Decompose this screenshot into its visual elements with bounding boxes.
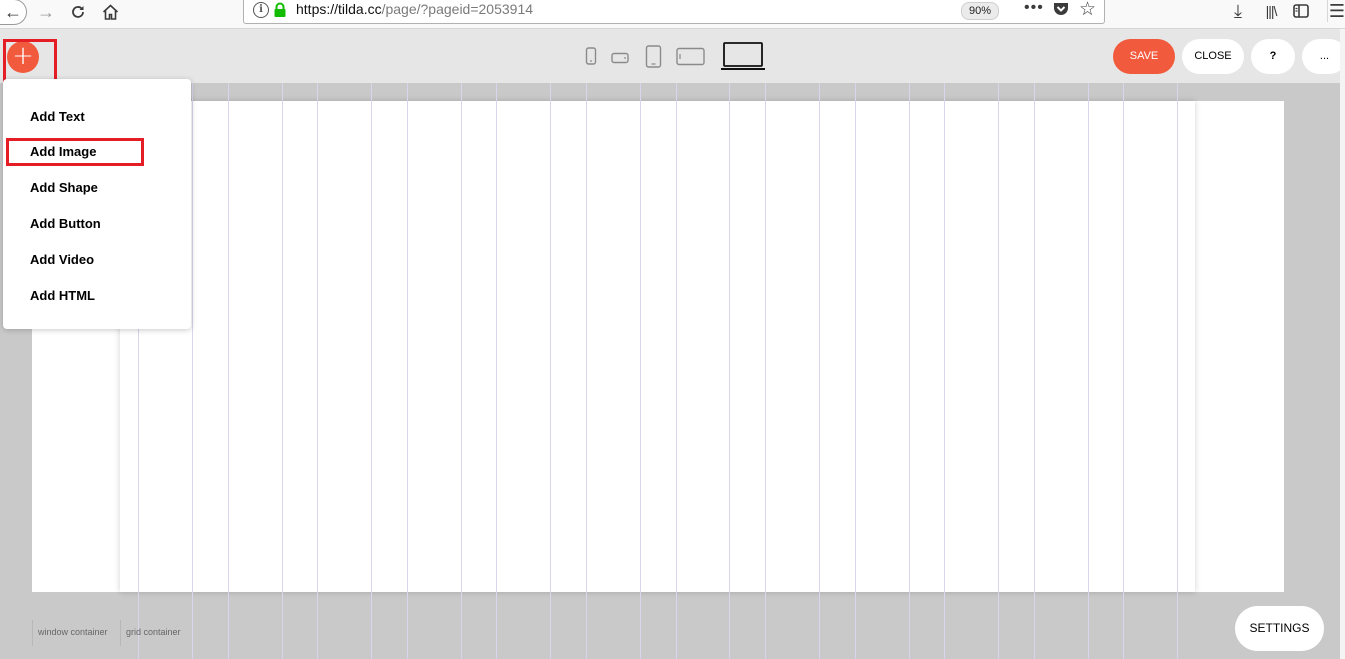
page-actions-icon[interactable]: ••• xyxy=(1024,0,1044,17)
url-path: /page/?pageid=2053914 xyxy=(381,1,534,17)
sidebar-toggle-icon[interactable] xyxy=(1292,0,1310,22)
pocket-icon[interactable] xyxy=(1052,1,1070,17)
mobile-landscape-icon[interactable] xyxy=(611,52,629,64)
menu-item-add-video[interactable]: Add Video xyxy=(30,252,94,267)
divider xyxy=(32,620,33,646)
settings-button[interactable]: SETTINGS xyxy=(1235,606,1324,651)
url-text: https://tilda.cc/page/?pageid=2053914 xyxy=(296,1,533,17)
info-icon[interactable]: i xyxy=(253,2,269,18)
help-button[interactable]: ? xyxy=(1251,39,1295,74)
more-button[interactable]: ... xyxy=(1302,39,1345,74)
hamburger-menu-icon[interactable]: ☰ xyxy=(1327,0,1345,22)
reload-icon xyxy=(72,6,84,18)
tablet-landscape-icon[interactable] xyxy=(676,47,705,66)
arrow-right-icon: → xyxy=(37,1,55,22)
lock-icon[interactable] xyxy=(273,2,287,18)
grid-container[interactable] xyxy=(120,101,1195,592)
url-domain: https://tilda.cc xyxy=(296,1,382,17)
close-button[interactable]: CLOSE xyxy=(1182,39,1244,74)
window-container-label: window container xyxy=(38,627,108,637)
browser-toolbar: ← → i https://tilda.cc/page/?pageid=2053… xyxy=(0,0,1345,29)
scrollbar-track[interactable] xyxy=(1340,29,1345,659)
menu-item-add-text[interactable]: Add Text xyxy=(30,109,85,124)
download-icon[interactable]: ⤓ xyxy=(1228,0,1248,22)
reload-button[interactable] xyxy=(66,0,90,24)
home-button[interactable] xyxy=(98,0,122,24)
laptop-icon[interactable] xyxy=(720,41,766,71)
menu-item-add-shape[interactable]: Add Shape xyxy=(30,180,98,195)
address-bar[interactable]: i https://tilda.cc/page/?pageid=2053914 … xyxy=(243,0,1105,24)
menu-item-add-html[interactable]: Add HTML xyxy=(30,288,95,303)
add-element-menu: Add Text Add Image Add Shape Add Button … xyxy=(3,79,191,329)
save-button[interactable]: SAVE xyxy=(1113,39,1175,74)
forward-button[interactable]: → xyxy=(34,0,58,24)
library-icon[interactable]: |||\ xyxy=(1260,0,1282,22)
divider xyxy=(120,620,121,646)
zoom-indicator[interactable]: 90% xyxy=(961,2,999,20)
menu-item-add-button[interactable]: Add Button xyxy=(30,216,101,231)
arrow-left-icon: ← xyxy=(4,1,22,22)
back-button[interactable]: ← xyxy=(0,0,27,25)
home-icon xyxy=(102,4,118,20)
tablet-portrait-icon[interactable] xyxy=(645,45,662,68)
mobile-portrait-icon[interactable] xyxy=(585,47,597,65)
bookmark-star-icon[interactable]: ☆ xyxy=(1079,0,1096,21)
highlight-box xyxy=(6,138,144,166)
grid-container-label: grid container xyxy=(126,627,181,637)
